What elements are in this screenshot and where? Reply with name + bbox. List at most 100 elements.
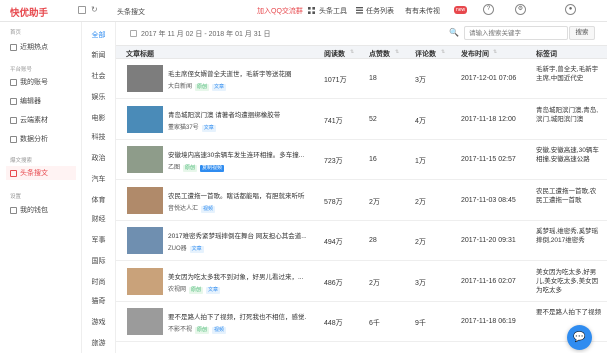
time-cell: 2017-11-18 06:19 xyxy=(461,318,516,325)
article-thumbnail[interactable] xyxy=(127,308,163,335)
sidebar-group-accounts: 平台账号 xyxy=(10,67,33,73)
sidebar-item-cloud[interactable]: 云端素材 xyxy=(10,113,80,127)
category-all[interactable]: 全部 xyxy=(82,30,115,40)
table-row[interactable]: 农民工遭拖一首歌。瞎话都能唱，有胆就来听听 音悦达人汇 视频 578万 2万 2万 2017… xyxy=(116,182,607,221)
sidebar-item-hot[interactable]: 近期热点 xyxy=(10,40,80,54)
sidebar-item-my-account[interactable]: 我的账号 xyxy=(10,75,80,89)
sidebar-item-analytics[interactable]: 数据分析 xyxy=(10,132,80,146)
edit-icon xyxy=(10,97,17,105)
article-tag: 原创 xyxy=(183,165,198,172)
sidebar-item-article-search[interactable]: 头条搜文 xyxy=(6,166,76,180)
category-travel[interactable]: 旅游 xyxy=(82,338,115,348)
source-name: 大白新闻 xyxy=(168,84,193,90)
reads-cell: 1071万 xyxy=(324,77,347,84)
sort-icon[interactable]: ⇅ xyxy=(441,49,445,55)
table-row[interactable]: 要不是路人拍下了视频，打死我也不相信，感觉... 不影不视 原创 视频 448万 6千 9千… xyxy=(116,303,607,342)
article-title[interactable]: 青岛城阳滨门澳 请著者均遭捆绑橡胶带 xyxy=(168,109,306,119)
tools-link[interactable]: 头条工具 xyxy=(319,6,347,16)
join-qq-link[interactable]: 加入QQ交流群 xyxy=(257,6,303,16)
settings-icon[interactable]: ⚙ xyxy=(515,4,526,15)
table-header: 文章标题 阅读数 ⇅ 点赞数 ⇅ 评论数 ⇅ 发布时间 ⇅ 标签词 xyxy=(116,45,607,59)
category-politics[interactable]: 政治 xyxy=(82,153,115,163)
source-name: ZUO器 xyxy=(168,246,187,252)
sidebar: 首页 近期热点 平台账号 我的账号 编辑器 云端素材 数据分析 爆文搜索 头条搜… xyxy=(0,22,82,353)
keywords-cell: 奚梦瑶,维密秀,奚梦瑶摔倒,2017维密秀 xyxy=(536,228,599,244)
article-title[interactable]: 农民工遭拖一首歌。瞎话都能唱，有胆就来听听 xyxy=(168,190,306,200)
category-fashion[interactable]: 时尚 xyxy=(82,277,115,287)
table-row[interactable]: 青岛城阳滨门澳 请著者均遭捆绑橡胶带 董家猫37号 文章 741万 52 4万 2017-1… xyxy=(116,101,607,140)
refresh-icon[interactable]: ↻ xyxy=(91,5,98,14)
sort-icon[interactable]: ⇅ xyxy=(350,49,354,55)
article-thumbnail[interactable] xyxy=(127,187,163,214)
article-thumbnail[interactable] xyxy=(127,146,163,173)
source-name: 不影不视 xyxy=(168,327,193,333)
category-games[interactable]: 游戏 xyxy=(82,317,115,327)
article-thumbnail[interactable] xyxy=(127,106,163,133)
sidebar-item-editor[interactable]: 编辑器 xyxy=(10,94,80,108)
col-reads[interactable]: 阅读数 xyxy=(324,49,345,59)
category-news[interactable]: 新闻 xyxy=(82,50,115,60)
sidebar-group-search: 爆文搜索 xyxy=(10,158,33,164)
category-auto[interactable]: 汽车 xyxy=(82,174,115,184)
category-international[interactable]: 国际 xyxy=(82,256,115,266)
user-icon[interactable]: ● xyxy=(565,4,576,15)
article-thumbnail[interactable] xyxy=(127,65,163,92)
col-comments[interactable]: 评论数 xyxy=(415,49,436,59)
table-row[interactable]: 美女因为吃太多我不到对象，好男儿看过来，... 农视网 原创 文章 486万 2万 3万 20… xyxy=(116,263,607,302)
date-range-picker[interactable]: 2017 年 11 月 02 日 - 2018 年 01 月 31 日 xyxy=(141,29,270,39)
col-title: 文章标题 xyxy=(126,51,154,58)
comments-cell: 3万 xyxy=(415,77,426,84)
category-finance[interactable]: 财经 xyxy=(82,214,115,224)
article-title[interactable]: 美女因为吃太多我不到对象，好男儿看过来，... xyxy=(168,271,306,281)
comments-cell: 2万 xyxy=(415,239,426,246)
category-curious[interactable]: 猫奇 xyxy=(82,296,115,306)
article-title[interactable]: 毛主席侄女婿曾全夫逝世，毛新宇等送花圈 xyxy=(168,68,306,78)
article-source: 农视网 原创 文章 xyxy=(168,284,221,294)
search-input[interactable] xyxy=(464,26,568,40)
article-title[interactable]: 2017难密秀紧梦瑶摔倒在舞台 网友担心其会道... xyxy=(168,230,306,240)
time-cell: 2017-11-15 02:57 xyxy=(461,156,516,163)
col-time[interactable]: 发布时间 xyxy=(461,49,489,59)
keywords-cell: 农民工遭拖一首歌,农民工遭拖一首歌 xyxy=(536,188,597,204)
sidebar-item-wallet[interactable]: 我的钱包 xyxy=(10,203,80,217)
account-icon xyxy=(10,78,17,86)
article-tag: 视频 xyxy=(201,206,216,213)
col-likes[interactable]: 点赞数 xyxy=(369,49,390,59)
category-movie[interactable]: 电影 xyxy=(82,113,115,123)
category-society[interactable]: 社会 xyxy=(82,71,115,81)
table-row[interactable]: 毛主席侄女婿曾全夫逝世，毛新宇等送花圈 大白新闻 原创 文章 1071万 18 3万 2017… xyxy=(116,60,607,99)
source-name: 董家猫37号 xyxy=(168,125,199,131)
col-keywords: 标签词 xyxy=(536,51,557,58)
sidebar-group-settings: 设置 xyxy=(10,194,22,200)
chat-bubble-icon[interactable]: 💬 xyxy=(567,325,592,350)
article-title[interactable]: 安徽境内高速30余辆车发生连环相撞。多车撞... xyxy=(168,149,306,159)
collapse-sidebar-icon[interactable] xyxy=(78,6,86,14)
unuploaded-video-link[interactable]: 有有未传视 xyxy=(405,6,440,16)
sort-icon[interactable]: ⇅ xyxy=(395,49,399,55)
sidebar-item-label: 头条搜文 xyxy=(20,170,48,177)
app-brand[interactable]: 快优助手 xyxy=(10,5,48,19)
article-title[interactable]: 要不是路人拍下了视频，打死我也不相信，感觉... xyxy=(168,311,306,321)
search-button[interactable]: 搜索 xyxy=(569,26,595,40)
main-content: 2017 年 11 月 02 日 - 2018 年 01 月 31 日 🔍 搜索… xyxy=(116,22,607,353)
task-list-link[interactable]: 任务列表 xyxy=(366,6,394,16)
article-thumbnail[interactable] xyxy=(127,227,163,254)
category-entertainment[interactable]: 娱乐 xyxy=(82,92,115,102)
time-cell: 2017-11-18 12:00 xyxy=(461,116,516,123)
category-sports[interactable]: 体育 xyxy=(82,195,115,205)
comments-cell: 1万 xyxy=(415,158,426,165)
sort-icon[interactable]: ⇅ xyxy=(493,49,497,55)
fire-icon xyxy=(10,43,17,51)
category-tech[interactable]: 科技 xyxy=(82,132,115,142)
source-name: 音悦达人汇 xyxy=(168,206,199,212)
article-thumbnail[interactable] xyxy=(127,268,163,295)
article-source: 大白新闻 原创 文章 xyxy=(168,81,227,91)
reads-cell: 448万 xyxy=(324,320,343,327)
category-military[interactable]: 军事 xyxy=(82,235,115,245)
date-separator: - xyxy=(204,31,207,38)
likes-cell: 16 xyxy=(369,156,377,163)
table-row[interactable]: 2017难密秀紧梦瑶摔倒在舞台 网友担心其会道... ZUO器 文章 494万 28 2万… xyxy=(116,222,607,261)
help-icon[interactable]: ? xyxy=(483,4,494,15)
sidebar-item-label: 近期热点 xyxy=(20,44,48,51)
table-row[interactable]: 安徽境内高速30余辆车发生连环相撞。多车撞... 乙图 原创 复制视频 723万 16 1万… xyxy=(116,141,607,180)
